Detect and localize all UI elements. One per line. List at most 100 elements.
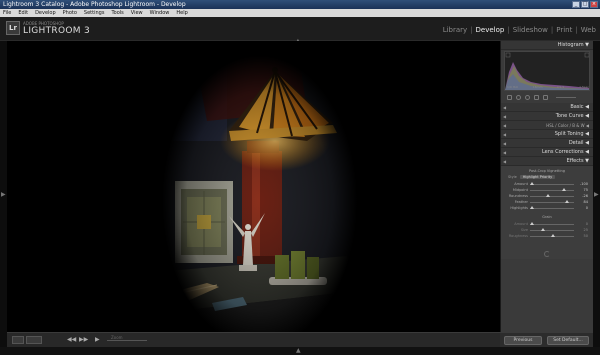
tab-hsl[interactable]: HSL [546, 123, 554, 128]
loupe-view-button[interactable] [12, 336, 24, 344]
histogram-title: Histogram [557, 42, 584, 48]
slider-value[interactable]: 0 [574, 222, 588, 226]
left-panel-collapsed[interactable]: ▶ [0, 41, 7, 347]
slider-label: Feather [514, 200, 528, 204]
effects-label: Effects [566, 158, 584, 164]
tab-color[interactable]: Color [558, 123, 568, 128]
detail-panel-header[interactable]: ◀ Detail ◀ [501, 139, 593, 148]
split-toning-label: Split Toning [554, 131, 584, 137]
crop-tool-icon[interactable] [507, 94, 512, 100]
develop-toolbar: ◀◀ ▶▶ ▶ Zoom [7, 332, 500, 347]
vignette-style-label: Style [508, 175, 517, 179]
slider-value[interactable]: 25 [574, 228, 588, 232]
identity-bar: Lr ADOBE PHOTOSHOP LIGHTROOM 3 Library |… [0, 17, 600, 41]
menu-window[interactable]: Window [150, 9, 170, 17]
slider-knob[interactable] [540, 227, 545, 231]
slider-value[interactable]: 50 [574, 234, 588, 238]
hsl-panel-header[interactable]: ◀ HSL / Color / B & W ◀ [501, 121, 593, 130]
red-eye-icon[interactable] [525, 94, 530, 100]
module-picker: Library | Develop | Slideshow | Print | … [443, 26, 596, 34]
tab-separator: / [555, 123, 557, 128]
vignette-style-select[interactable]: Highlight Priority [519, 175, 556, 179]
previous-photo-icon[interactable]: ◀◀ [67, 336, 76, 343]
split-toning-panel-header[interactable]: ◀ Split Toning ◀ [501, 130, 593, 139]
right-panel-collapse-strip[interactable]: ▶ [593, 41, 600, 347]
menu-tools[interactable]: Tools [111, 9, 123, 17]
menu-develop[interactable]: Develop [35, 9, 56, 17]
slider-knob[interactable] [530, 181, 534, 185]
window-titlebar: Lightroom 3 Catalog - Adobe Photoshop Li… [0, 0, 600, 9]
slider-value[interactable]: 75 [574, 188, 588, 192]
vignetting-sliders: Amount -100 Midpoint 75 Roundness -26 Feather 8… [504, 181, 590, 211]
slider-value[interactable]: 84 [574, 200, 588, 204]
expand-filmstrip-icon[interactable]: ▲ [296, 347, 301, 354]
module-slideshow[interactable]: Slideshow [513, 26, 548, 34]
menu-help[interactable]: Help [176, 9, 187, 17]
module-library[interactable]: Library [443, 26, 467, 34]
lens-corrections-panel-header[interactable]: ◀ Lens Corrections ◀ [501, 148, 593, 157]
effects-panel-header[interactable]: ◀ Effects ▼ [501, 157, 593, 166]
slider-track[interactable] [530, 205, 574, 209]
adjustment-brush-icon[interactable] [543, 94, 548, 100]
slider-knob[interactable] [545, 193, 550, 197]
slider-label: Amount [514, 182, 528, 186]
filmstrip-collapsed[interactable]: ▲ [0, 347, 600, 355]
collapse-right-panel-icon[interactable]: ▶ [594, 191, 599, 198]
slider-track[interactable] [530, 199, 574, 203]
tone-curve-panel-header[interactable]: ◀ Tone Curve ◀ [501, 112, 593, 121]
module-develop[interactable]: Develop [476, 26, 505, 34]
expand-left-panel-icon[interactable]: ▶ [1, 191, 6, 198]
maximize-button[interactable]: □ [581, 1, 589, 8]
slider-value[interactable]: -26 [574, 194, 588, 198]
effects-panel-body: Post-Crop Vignetting Style Highlight Pri… [501, 166, 593, 259]
slider-track[interactable] [530, 181, 574, 185]
next-photo-icon[interactable]: ▶▶ [79, 336, 88, 343]
lens-corrections-label: Lens Corrections [541, 149, 584, 155]
before-after-button[interactable] [26, 336, 42, 344]
slider-knob[interactable] [530, 205, 534, 209]
histo-aperture: f/1.5 [557, 85, 565, 89]
slider-knob[interactable] [530, 221, 534, 225]
slider-knob[interactable] [565, 199, 570, 203]
develop-tools-strip [504, 92, 590, 102]
basic-panel-header[interactable]: ◀ Basic ◀ [501, 103, 593, 112]
slider-label: Amount [514, 222, 528, 226]
tab-separator: / [569, 123, 571, 128]
menu-photo[interactable]: Photo [63, 9, 77, 17]
histogram-info: 1/0 ISO 16mm f/1.5 1.5sec [507, 85, 589, 89]
slider-track[interactable] [530, 227, 574, 231]
menu-settings[interactable]: Settings [84, 9, 105, 17]
play-icon[interactable]: ▶ [95, 336, 100, 343]
slider-knob[interactable] [551, 233, 555, 237]
module-print[interactable]: Print [556, 26, 572, 34]
minimize-button[interactable]: _ [572, 1, 580, 8]
basic-label: Basic [570, 104, 584, 110]
set-default-button[interactable]: Set Default... [547, 336, 589, 345]
slider-track[interactable] [530, 193, 574, 197]
slider-track[interactable] [530, 187, 574, 191]
loading-spinner-icon [544, 251, 550, 257]
zoom-slider[interactable] [107, 340, 147, 341]
slider-track[interactable] [530, 233, 574, 237]
menu-file[interactable]: File [3, 9, 11, 17]
app-name: LIGHTROOM 3 [23, 26, 90, 36]
module-separator: | [470, 26, 473, 34]
histo-focal: 16mm [532, 85, 543, 89]
histogram-header[interactable]: Histogram ▼ [501, 41, 593, 50]
slider-track[interactable] [530, 221, 574, 225]
slider-knob[interactable] [561, 187, 566, 191]
spot-removal-icon[interactable] [516, 94, 521, 100]
module-web[interactable]: Web [581, 26, 596, 34]
vignetting-title: Post-Crop Vignetting [529, 169, 565, 173]
photo-canvas[interactable] [7, 41, 500, 332]
previous-button[interactable]: Previous [504, 336, 542, 345]
tool-slider[interactable] [556, 96, 576, 98]
tab-bw[interactable]: B & W [572, 123, 584, 128]
menu-view[interactable]: View [131, 9, 143, 17]
slider-value[interactable]: 0 [574, 206, 588, 210]
menu-edit[interactable]: Edit [18, 9, 28, 17]
graduated-filter-icon[interactable] [534, 94, 539, 100]
slider-value[interactable]: -100 [574, 182, 588, 186]
close-button[interactable]: × [590, 1, 598, 8]
slider-label: Size [520, 228, 528, 232]
